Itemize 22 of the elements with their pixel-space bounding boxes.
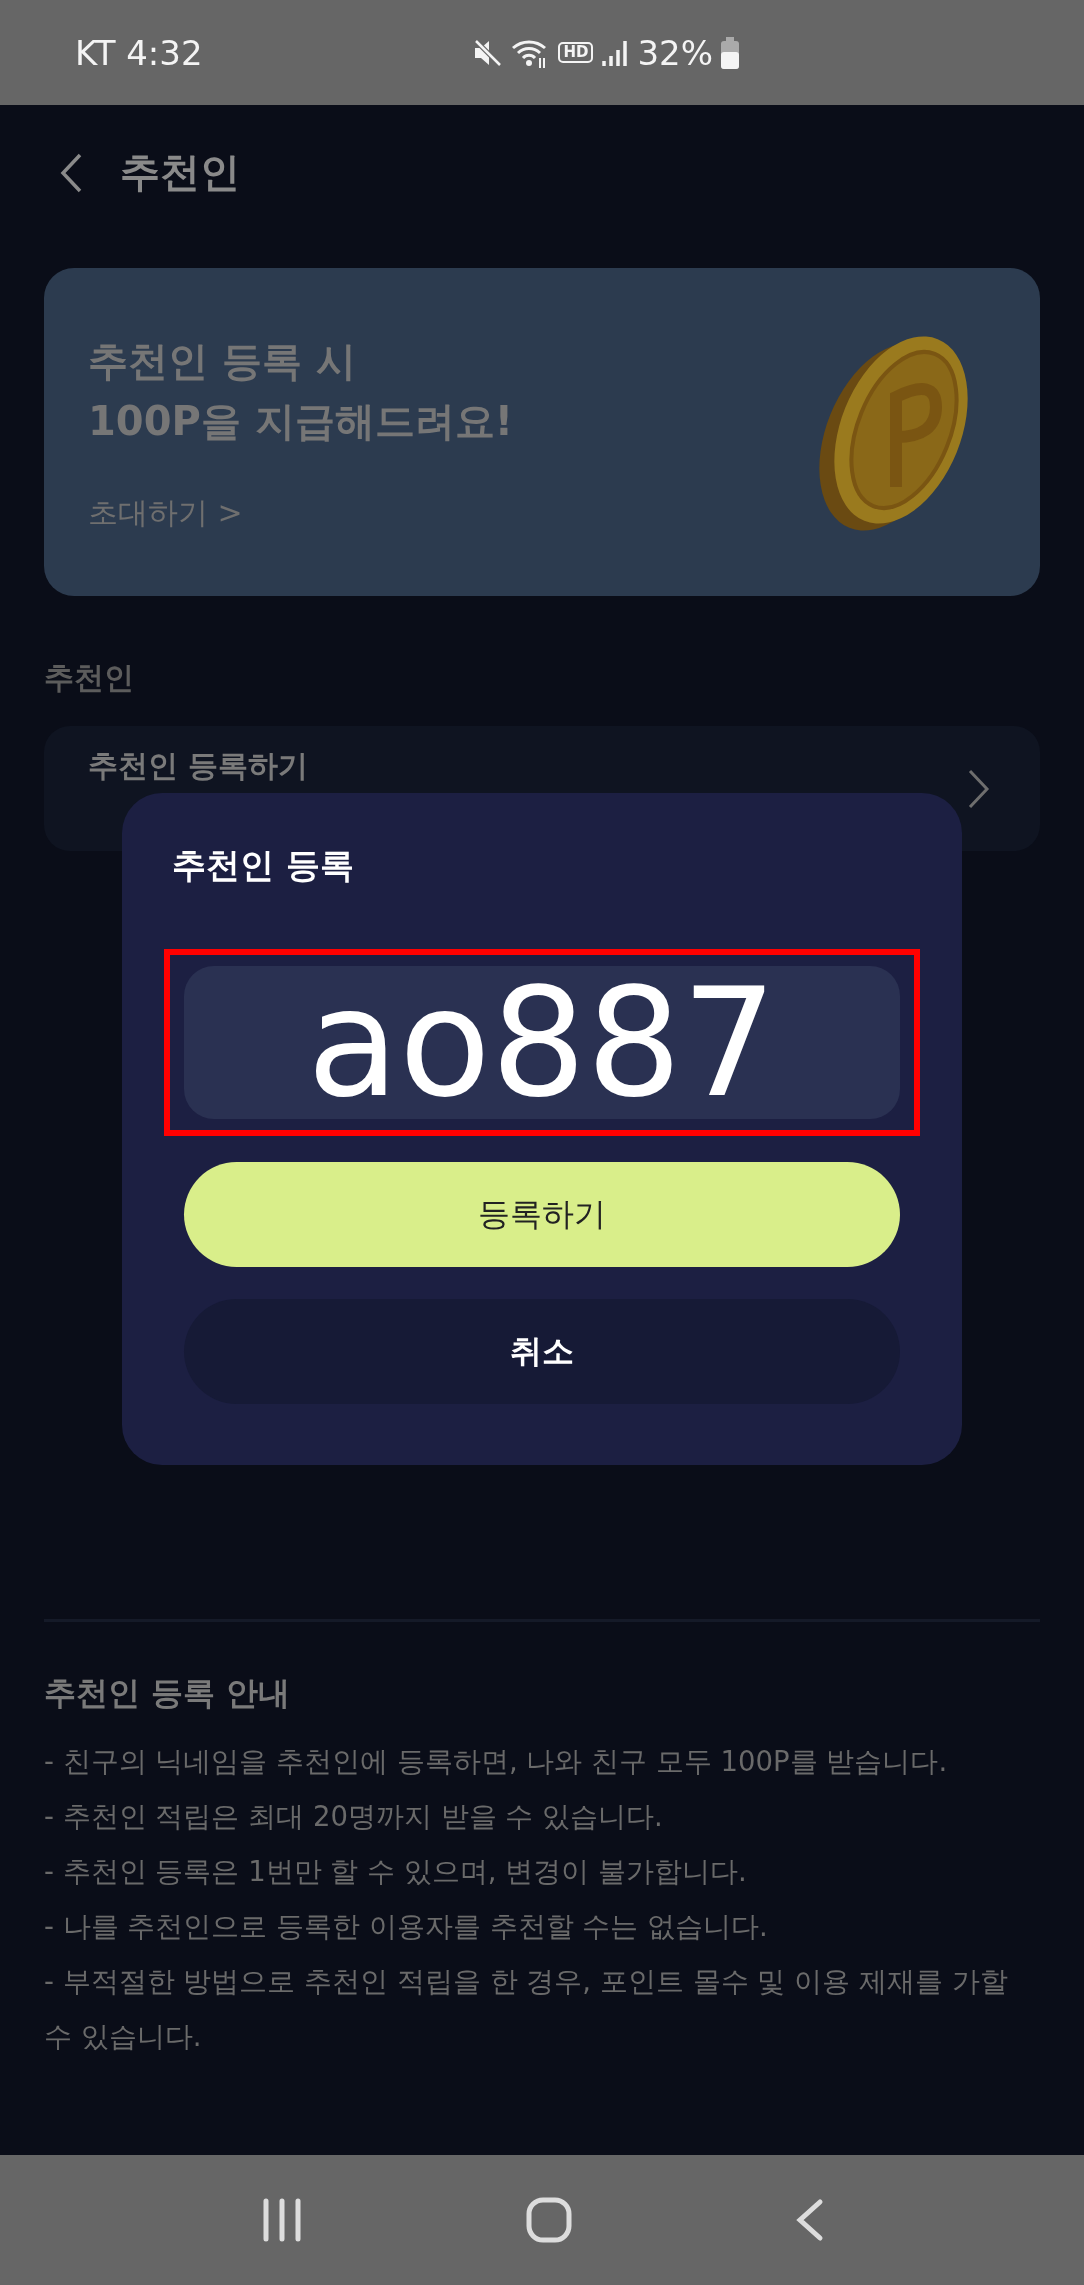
guide-item: - 추천인 등록은 1번만 할 수 있으며, 변경이 불가합니다. <box>44 1854 748 1889</box>
guide-item: - 친구의 닉네임을 추천인에 등록하면, 나와 친구 모두 100P를 받습니다. <box>44 1744 949 1779</box>
home-icon[interactable] <box>525 2196 573 2244</box>
back-icon[interactable] <box>60 152 82 193</box>
guide-title: 추천인 등록 안내 <box>44 1673 292 1714</box>
page-title: 추천인 <box>120 148 240 197</box>
banner-headline: 100P을 지급해드려요! <box>88 396 513 446</box>
banner-headline: 추천인 등록 시 <box>88 336 357 386</box>
status-time: KT 4:32 <box>75 32 204 73</box>
row-label: 추천인 등록하기 <box>88 748 309 784</box>
guide-item: - 나를 추천인으로 등록한 이용자를 추천할 수는 없습니다. <box>44 1909 769 1944</box>
cancel-button[interactable]: 취소 <box>184 1299 900 1404</box>
section-label: 추천인 <box>44 659 135 697</box>
chevron-icon <box>968 768 990 809</box>
battery-icon <box>721 36 739 69</box>
register-button[interactable]: 등록하기 <box>184 1162 900 1267</box>
hd-badge: HD <box>558 42 594 63</box>
input-field[interactable]: ao887 <box>184 966 900 1119</box>
guide-item: - 부적절한 방법으로 추천인 적립을 한 경우, 포인트 몰수 및 이용 제재를 가할 수 있습니다. <box>44 1964 1009 2054</box>
mute-icon <box>472 37 503 68</box>
battery-percent: 32% <box>637 32 713 73</box>
guide-item: - 추천인 적립은 최대 20명까지 받을 수 있습니다. <box>44 1799 664 1834</box>
